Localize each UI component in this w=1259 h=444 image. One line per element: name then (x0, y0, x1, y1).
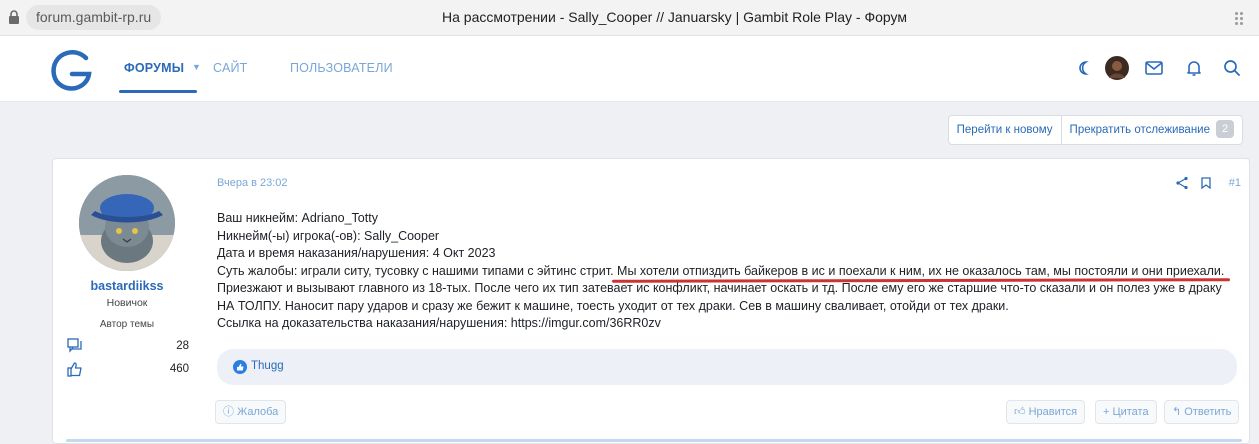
share-icon[interactable] (1175, 176, 1189, 190)
like-button[interactable]: 👍︎ Нравится (1006, 400, 1086, 424)
post-line: Никнейм(-ы) игрока(-ов): Sally_Cooper (217, 228, 440, 243)
reactions-count: 460 (169, 363, 189, 375)
reactions-stat: 460 (67, 361, 189, 379)
report-icon: ⓘ (223, 406, 238, 418)
user-title: Новичок (106, 297, 148, 309)
thumbs-up-icon: 👍︎ (1014, 406, 1029, 418)
post-body: Ваш никнейм: Adriano_Totty Никнейм(-ы) и… (217, 210, 1242, 333)
post-line: Суть жалобы: играли ситу, тусовку с наши… (217, 263, 1225, 278)
messages-count: 28 (176, 340, 189, 352)
quote-button[interactable]: + Цитата (1095, 400, 1157, 424)
nav-active-indicator (119, 90, 197, 93)
next-post-edge (66, 439, 1242, 442)
post-number[interactable]: #1 (1229, 177, 1241, 189)
nav-site[interactable]: Сайт (213, 61, 248, 75)
post: bastardiikss Новичок Автор темы 28 460 В… (52, 158, 1250, 444)
extensions-icon[interactable] (1233, 10, 1245, 26)
messages-stat: 28 (67, 338, 189, 356)
post-line: Приезжают и вызывают главного из 18-тых.… (217, 281, 1222, 295)
messages-icon (67, 338, 82, 353)
unwatch-label: Прекратить отслеживание (1069, 124, 1210, 136)
like-reaction-icon (233, 360, 247, 374)
search-icon[interactable] (1222, 58, 1242, 78)
user-avatar[interactable] (79, 175, 175, 271)
post-line: Дата и время наказания/нарушения: 4 Окт … (217, 246, 496, 260)
site-logo[interactable] (48, 48, 94, 92)
reactions-bar[interactable]: Thugg (217, 349, 1237, 385)
watchers-count-badge: 2 (1216, 119, 1234, 138)
moon-icon[interactable] (1074, 58, 1094, 78)
post-date[interactable]: Вчера в 23:02 (217, 177, 288, 189)
post-line: Ваш никнейм: Adriano_Totty (217, 211, 378, 225)
nav-users[interactable]: Пользователи (290, 61, 393, 75)
browser-bar: forum.gambit-rp.ru На рассмотрении - Sal… (0, 0, 1259, 36)
nav-forums[interactable]: Форумы (124, 61, 184, 75)
window-title: На рассмотрении - Sally_Cooper // Januar… (442, 9, 907, 25)
post-user-panel: bastardiikss Новичок Автор темы 28 460 (53, 159, 201, 443)
site-header: Форумы ▼ Сайт Пользователи (0, 36, 1259, 102)
evidence-link[interactable]: Ссылка на доказательства наказания/наруш… (217, 315, 1242, 333)
thumbs-up-icon (67, 362, 82, 377)
like-label: Нравится (1028, 406, 1078, 418)
chevron-down-icon[interactable]: ▼ (192, 62, 201, 72)
thread-actions: Перейти к новому Прекратить отслеживание… (947, 115, 1243, 145)
reply-label: Ответить (1184, 406, 1232, 418)
post-line: НА ТОЛПУ. Наносит пару ударов и сразу же… (217, 298, 1009, 313)
username[interactable]: bastardiikss (53, 279, 201, 293)
bell-icon[interactable] (1184, 58, 1204, 78)
reaction-user[interactable]: Thugg (251, 360, 284, 372)
avatar[interactable] (1105, 56, 1129, 80)
reply-icon: ↰ (1172, 406, 1185, 418)
unwatch-button[interactable]: Прекратить отслеживание 2 (1060, 116, 1242, 144)
bookmark-icon[interactable] (1201, 177, 1211, 189)
post-content: Вчера в 23:02 #1 Ваш никнейм: Adriano_To… (215, 159, 1249, 443)
goto-new-button[interactable]: Перейти к новому (949, 116, 1061, 144)
report-label: Жалоба (237, 406, 279, 418)
reply-button[interactable]: ↰ Ответить (1164, 400, 1240, 424)
thread-author-label: Автор темы (99, 319, 155, 330)
report-button[interactable]: ⓘ Жалоба (215, 400, 287, 424)
mail-icon[interactable] (1144, 58, 1164, 78)
